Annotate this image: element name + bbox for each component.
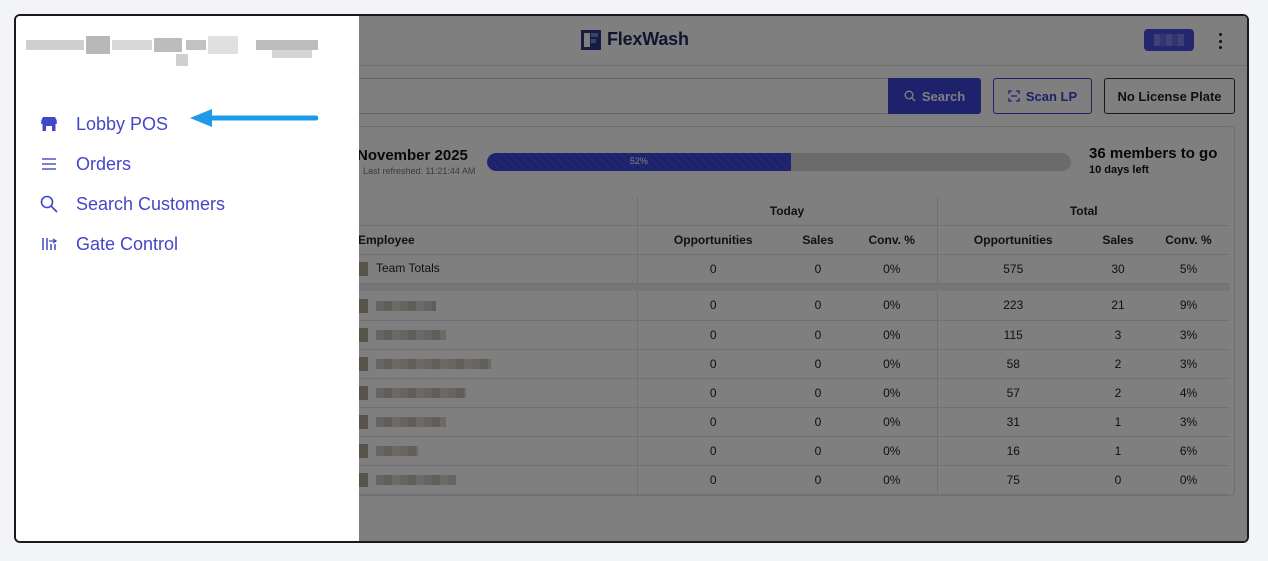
gate-icon — [38, 233, 60, 255]
list-icon — [38, 153, 60, 175]
drawer-header-redacted — [26, 36, 318, 76]
nav-item-orders[interactable]: Orders — [38, 144, 225, 184]
nav-item-label: Gate Control — [76, 233, 179, 254]
search-icon — [38, 193, 60, 215]
nav-item-label: Search Customers — [76, 193, 226, 214]
app-window: FlexWash Search Scan LP No License Plate… — [14, 14, 1249, 543]
store-icon — [38, 113, 60, 135]
nav-item-label: Orders — [76, 153, 132, 174]
nav-item-search-customers[interactable]: Search Customers — [38, 184, 225, 224]
navigation-drawer: Lobby POS Orders Search Customers Gate C… — [16, 16, 359, 541]
nav-item-gate-control[interactable]: Gate Control — [38, 224, 225, 264]
drawer-nav: Lobby POS Orders Search Customers Gate C… — [38, 104, 225, 264]
nav-item-label: Lobby POS — [76, 113, 169, 134]
pointer-arrow-icon — [190, 109, 318, 127]
